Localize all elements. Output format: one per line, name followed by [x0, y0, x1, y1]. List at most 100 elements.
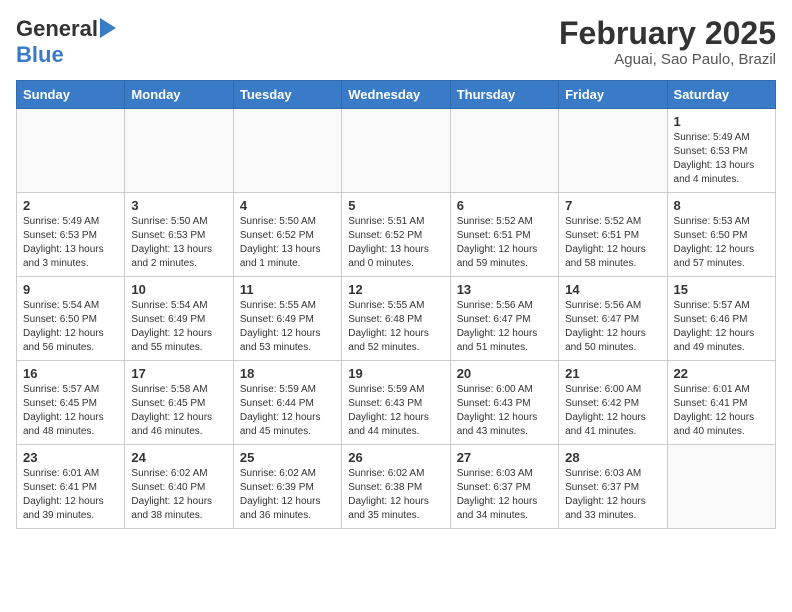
- calendar-day-cell: 14 Sunrise: 5:56 AM Sunset: 6:47 PM Dayli…: [559, 277, 667, 361]
- calendar-day-cell: 24Sunrise: 6:02 AM Sunset: 6:40 PM Dayli…: [125, 445, 233, 529]
- day-number: 7: [565, 198, 660, 213]
- day-info: Sunrise: 5:56 AM Sunset: 6:47 PM Dayligh…: [565, 299, 660, 355]
- calendar-day-cell: [667, 445, 775, 529]
- day-info: Sunrise: 5:54 AM Sunset: 6:50 PM Dayligh…: [23, 299, 118, 355]
- calendar-week-3: 16Sunrise: 5:57 AM Sunset: 6:45 PM Dayli…: [17, 361, 776, 445]
- calendar-day-cell: 21 Sunrise: 6:00 AM Sunset: 6:42 PM Dayli…: [559, 361, 667, 445]
- day-number: 15: [674, 282, 769, 297]
- day-info: Sunrise: 6:00 AM Sunset: 6:42 PM Dayligh…: [565, 383, 660, 439]
- day-info: Sunrise: 5:49 AM Sunset: 6:53 PM Dayligh…: [23, 215, 118, 271]
- day-number: 24: [131, 450, 226, 465]
- calendar-day-cell: 20 Sunrise: 6:00 AM Sunset: 6:43 PM Dayli…: [450, 361, 558, 445]
- weekday-header-friday: Friday: [559, 81, 667, 109]
- calendar-day-cell: 27 Sunrise: 6:03 AM Sunset: 6:37 PM Dayli…: [450, 445, 558, 529]
- day-number: 28: [565, 450, 660, 465]
- logo: General Blue: [16, 16, 116, 68]
- calendar-day-cell: 6 Sunrise: 5:52 AM Sunset: 6:51 PM Daylig…: [450, 193, 558, 277]
- calendar-day-cell: 18 Sunrise: 5:59 AM Sunset: 6:44 PM Dayli…: [233, 361, 341, 445]
- calendar-week-0: 1 Sunrise: 5:49 AM Sunset: 6:53 PM Daylig…: [17, 109, 776, 193]
- day-number: 14: [565, 282, 660, 297]
- day-number: 10: [131, 282, 226, 297]
- day-info: Sunrise: 5:52 AM Sunset: 6:51 PM Dayligh…: [457, 215, 552, 271]
- calendar-day-cell: [342, 109, 450, 193]
- day-info: Sunrise: 5:57 AM Sunset: 6:46 PM Dayligh…: [674, 299, 769, 355]
- day-number: 13: [457, 282, 552, 297]
- day-info: Sunrise: 5:49 AM Sunset: 6:53 PM Dayligh…: [674, 131, 769, 187]
- day-info: Sunrise: 5:56 AM Sunset: 6:47 PM Dayligh…: [457, 299, 552, 355]
- calendar-day-cell: 22 Sunrise: 6:01 AM Sunset: 6:41 PM Dayli…: [667, 361, 775, 445]
- day-number: 18: [240, 366, 335, 381]
- day-info: Sunrise: 6:03 AM Sunset: 6:37 PM Dayligh…: [457, 467, 552, 523]
- day-number: 22: [674, 366, 769, 381]
- day-number: 19: [348, 366, 443, 381]
- day-number: 27: [457, 450, 552, 465]
- day-number: 12: [348, 282, 443, 297]
- day-info: Sunrise: 5:55 AM Sunset: 6:49 PM Dayligh…: [240, 299, 335, 355]
- calendar-day-cell: 2 Sunrise: 5:49 AM Sunset: 6:53 PM Daylig…: [17, 193, 125, 277]
- calendar-day-cell: 26Sunrise: 6:02 AM Sunset: 6:38 PM Dayli…: [342, 445, 450, 529]
- calendar-day-cell: 8 Sunrise: 5:53 AM Sunset: 6:50 PM Daylig…: [667, 193, 775, 277]
- day-number: 17: [131, 366, 226, 381]
- weekday-header-monday: Monday: [125, 81, 233, 109]
- calendar-day-cell: [17, 109, 125, 193]
- day-number: 5: [348, 198, 443, 213]
- calendar-week-1: 2 Sunrise: 5:49 AM Sunset: 6:53 PM Daylig…: [17, 193, 776, 277]
- calendar-week-2: 9 Sunrise: 5:54 AM Sunset: 6:50 PM Daylig…: [17, 277, 776, 361]
- day-number: 3: [131, 198, 226, 213]
- day-number: 6: [457, 198, 552, 213]
- month-title: February 2025: [559, 16, 776, 51]
- calendar-day-cell: 9 Sunrise: 5:54 AM Sunset: 6:50 PM Daylig…: [17, 277, 125, 361]
- day-number: 4: [240, 198, 335, 213]
- calendar-day-cell: [233, 109, 341, 193]
- calendar-day-cell: 5Sunrise: 5:51 AM Sunset: 6:52 PM Daylig…: [342, 193, 450, 277]
- calendar-day-cell: 17 Sunrise: 5:58 AM Sunset: 6:45 PM Dayli…: [125, 361, 233, 445]
- day-number: 1: [674, 114, 769, 129]
- calendar-day-cell: [559, 109, 667, 193]
- calendar-day-cell: 11 Sunrise: 5:55 AM Sunset: 6:49 PM Dayli…: [233, 277, 341, 361]
- logo-general-text: General: [16, 16, 98, 42]
- calendar-week-4: 23 Sunrise: 6:01 AM Sunset: 6:41 PM Dayli…: [17, 445, 776, 529]
- weekday-header-wednesday: Wednesday: [342, 81, 450, 109]
- day-info: Sunrise: 6:02 AM Sunset: 6:38 PM Dayligh…: [348, 467, 443, 523]
- calendar-day-cell: 7 Sunrise: 5:52 AM Sunset: 6:51 PM Daylig…: [559, 193, 667, 277]
- day-info: Sunrise: 5:59 AM Sunset: 6:44 PM Dayligh…: [240, 383, 335, 439]
- day-info: Sunrise: 5:55 AM Sunset: 6:48 PM Dayligh…: [348, 299, 443, 355]
- day-info: Sunrise: 5:50 AM Sunset: 6:53 PM Dayligh…: [131, 215, 226, 271]
- day-info: Sunrise: 5:59 AM Sunset: 6:43 PM Dayligh…: [348, 383, 443, 439]
- logo-blue-text: Blue: [16, 42, 64, 67]
- logo-arrow-icon: [100, 18, 116, 38]
- day-number: 8: [674, 198, 769, 213]
- day-info: Sunrise: 6:02 AM Sunset: 6:39 PM Dayligh…: [240, 467, 335, 523]
- day-info: Sunrise: 5:50 AM Sunset: 6:52 PM Dayligh…: [240, 215, 335, 271]
- calendar-day-cell: 15 Sunrise: 5:57 AM Sunset: 6:46 PM Dayli…: [667, 277, 775, 361]
- calendar-day-cell: 23 Sunrise: 6:01 AM Sunset: 6:41 PM Dayli…: [17, 445, 125, 529]
- day-info: Sunrise: 6:00 AM Sunset: 6:43 PM Dayligh…: [457, 383, 552, 439]
- day-number: 2: [23, 198, 118, 213]
- day-info: Sunrise: 6:01 AM Sunset: 6:41 PM Dayligh…: [674, 383, 769, 439]
- weekday-header-thursday: Thursday: [450, 81, 558, 109]
- day-info: Sunrise: 6:03 AM Sunset: 6:37 PM Dayligh…: [565, 467, 660, 523]
- day-info: Sunrise: 5:58 AM Sunset: 6:45 PM Dayligh…: [131, 383, 226, 439]
- calendar-day-cell: 28 Sunrise: 6:03 AM Sunset: 6:37 PM Dayli…: [559, 445, 667, 529]
- day-info: Sunrise: 6:01 AM Sunset: 6:41 PM Dayligh…: [23, 467, 118, 523]
- calendar-day-cell: 12 Sunrise: 5:55 AM Sunset: 6:48 PM Dayli…: [342, 277, 450, 361]
- calendar-day-cell: 4 Sunrise: 5:50 AM Sunset: 6:52 PM Daylig…: [233, 193, 341, 277]
- calendar-day-cell: 13 Sunrise: 5:56 AM Sunset: 6:47 PM Dayli…: [450, 277, 558, 361]
- day-number: 23: [23, 450, 118, 465]
- calendar-day-cell: 1 Sunrise: 5:49 AM Sunset: 6:53 PM Daylig…: [667, 109, 775, 193]
- calendar-day-cell: 16Sunrise: 5:57 AM Sunset: 6:45 PM Dayli…: [17, 361, 125, 445]
- calendar-header-row: SundayMondayTuesdayWednesdayThursdayFrid…: [17, 81, 776, 109]
- weekday-header-tuesday: Tuesday: [233, 81, 341, 109]
- day-info: Sunrise: 5:52 AM Sunset: 6:51 PM Dayligh…: [565, 215, 660, 271]
- day-number: 9: [23, 282, 118, 297]
- day-number: 20: [457, 366, 552, 381]
- calendar-table: SundayMondayTuesdayWednesdayThursdayFrid…: [16, 80, 776, 529]
- day-number: 21: [565, 366, 660, 381]
- calendar-day-cell: 19 Sunrise: 5:59 AM Sunset: 6:43 PM Dayli…: [342, 361, 450, 445]
- calendar-day-cell: 10Sunrise: 5:54 AM Sunset: 6:49 PM Dayli…: [125, 277, 233, 361]
- day-number: 11: [240, 282, 335, 297]
- calendar-day-cell: [450, 109, 558, 193]
- day-info: Sunrise: 5:53 AM Sunset: 6:50 PM Dayligh…: [674, 215, 769, 271]
- title-block: February 2025 Aguai, Sao Paulo, Brazil: [559, 16, 776, 68]
- calendar-day-cell: [125, 109, 233, 193]
